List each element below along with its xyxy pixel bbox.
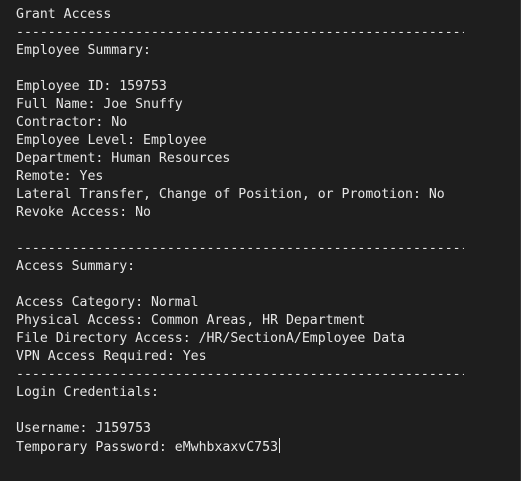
access-category-line: Access Category: Normal [16,295,199,310]
username-line: Username: J159753 [16,421,151,436]
login-credentials-heading: Login Credentials: [16,385,159,400]
employee-id-line: Employee ID: 159753 [16,79,167,94]
separator: ----------------------------------------… [16,241,464,256]
text-cursor [279,438,281,453]
employee-level-line: Employee Level: Employee [16,133,207,148]
department-line: Department: Human Resources [16,151,231,166]
remote-line: Remote: Yes [16,169,104,184]
contractor-line: Contractor: No [16,115,128,130]
separator: ----------------------------------------… [16,367,464,382]
physical-access-line: Physical Access: Common Areas, HR Depart… [16,313,366,328]
separator: ----------------------------------------… [16,25,464,40]
temporary-password-line: Temporary Password: eMwhbxaxvC753 [16,438,520,456]
employee-summary-heading: Employee Summary: [16,43,151,58]
access-summary-heading: Access Summary: [16,259,136,274]
temporary-password-text: Temporary Password: eMwhbxaxvC753 [16,440,279,455]
file-directory-access-line: File Directory Access: /HR/SectionA/Empl… [16,331,406,346]
lateral-transfer-line: Lateral Transfer, Change of Position, or… [16,187,445,202]
page-title: Grant Access [16,7,112,22]
full-name-line: Full Name: Joe Snuffy [16,97,183,112]
vpn-access-line: VPN Access Required: Yes [16,349,207,364]
revoke-access-line: Revoke Access: No [16,205,151,220]
console-output[interactable]: Grant Access ---------------------------… [0,0,521,481]
